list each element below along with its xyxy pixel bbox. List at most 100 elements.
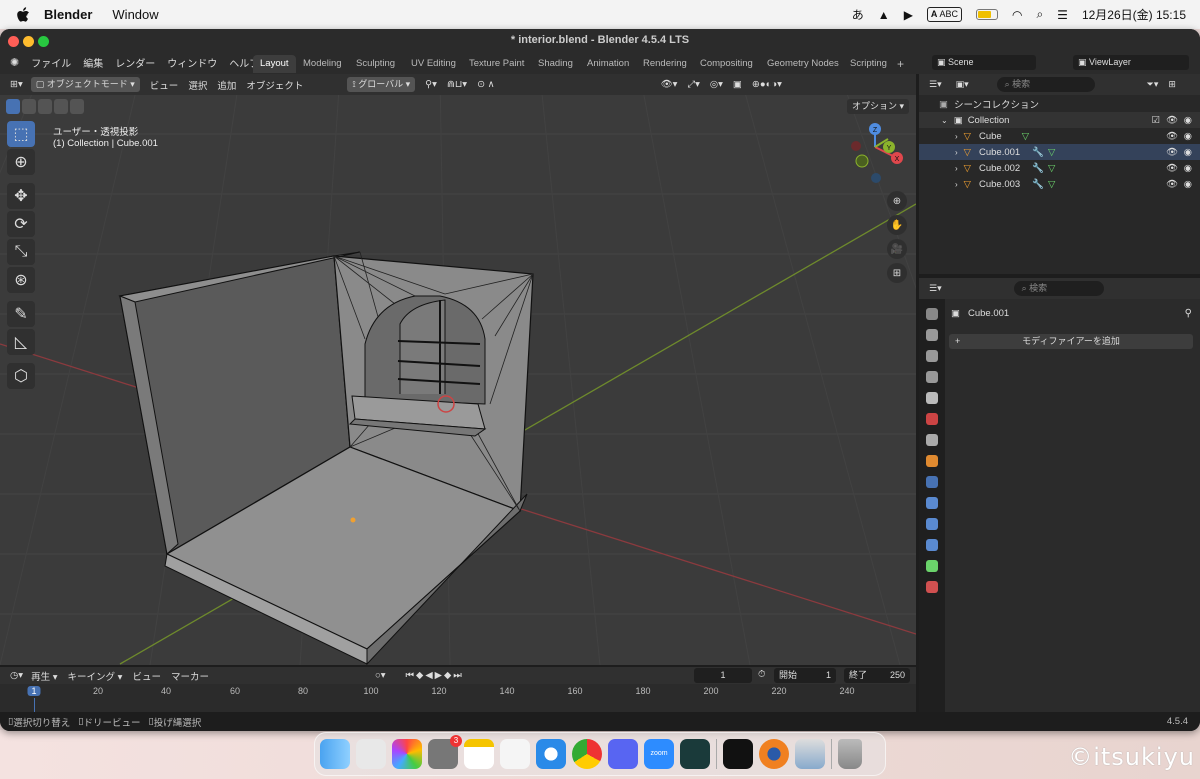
editor-type-icon[interactable]: ⊞▾ [10, 79, 23, 90]
checkbox-icon[interactable]: ☑ [1151, 115, 1160, 126]
perspective-grid-icon[interactable]: ⊞ [887, 263, 907, 283]
scene-tab-icon[interactable] [926, 392, 938, 404]
mode-selector[interactable]: ▢ オブジェクトモード ▾ [30, 77, 140, 92]
room-mesh[interactable] [118, 251, 534, 665]
filmora-icon[interactable] [680, 739, 710, 769]
filter-icon[interactable]: ⏷▾ [1147, 79, 1159, 90]
playback-controls[interactable]: ⏮◆◀▶◆⏭ [405, 670, 463, 681]
chrome-icon[interactable] [572, 739, 602, 769]
photos-icon[interactable] [392, 739, 422, 769]
collection-row[interactable]: ⌄ ▣ Collection ☑ 👁 ◉ [919, 112, 1200, 128]
measure-tool-icon[interactable]: ◺ [7, 329, 35, 355]
menu-playback[interactable]: 再生 ▾ [31, 669, 57, 683]
properties-editor-icon[interactable]: ☰▾ [929, 283, 942, 294]
outliner-editor-icon[interactable]: ☰▾ [929, 79, 942, 90]
transform-tool-icon[interactable]: ⊛ [7, 267, 35, 293]
outliner-search-input[interactable]: ⌕ 検索 [996, 77, 1095, 92]
menu-render[interactable]: レンダー [115, 55, 155, 70]
tab-modeling[interactable]: Modeling [296, 55, 349, 73]
scale-tool-icon[interactable]: ⤡ [7, 239, 35, 265]
menu-object[interactable]: オブジェクト [246, 78, 303, 92]
search-icon[interactable]: ⌕ [1036, 7, 1043, 22]
pin-icon[interactable]: ⚲ [1185, 308, 1192, 319]
tab-compositing[interactable]: Compositing [693, 55, 760, 73]
tab-rendering[interactable]: Rendering [636, 55, 694, 73]
camera-render-icon[interactable]: ◉ [1184, 179, 1192, 190]
blender-logo-icon[interactable]: ✺ [10, 56, 19, 69]
outliner-item-cube-003[interactable]: › ▽ Cube.003 🔧 ▽ 👁 ◉ [919, 176, 1200, 192]
start-frame-field[interactable]: 開始 1 [774, 668, 836, 683]
modifier-tab-icon[interactable] [926, 476, 938, 488]
output-tab-icon[interactable] [926, 350, 938, 362]
object-name-row[interactable]: ▣ Cube.001 [951, 308, 1009, 319]
pivot-icon[interactable]: ⚲▾ [425, 79, 437, 90]
menu-marker[interactable]: マーカー [171, 669, 209, 683]
select-subtract-icon[interactable] [38, 99, 52, 114]
add-modifier-button[interactable]: + モディファイアーを追加 [949, 334, 1193, 349]
move-tool-icon[interactable]: ✥ [7, 183, 35, 209]
select-tool-icon[interactable]: ⬚ [7, 121, 35, 147]
menu-add[interactable]: 追加 [217, 78, 236, 92]
input-source[interactable]: A ABC [926, 7, 962, 22]
constraints-tab-icon[interactable] [926, 539, 938, 551]
menu-view[interactable]: ビュー [132, 669, 161, 683]
translate-icon[interactable]: あ [852, 6, 864, 23]
scene-selector[interactable]: ▣ Scene [932, 55, 1036, 70]
notes-icon[interactable] [464, 739, 494, 769]
gizmo-toggle-icon[interactable]: ⤢▾ [687, 79, 699, 90]
particles-tab-icon[interactable] [926, 497, 938, 509]
camera-render-icon[interactable]: ◉ [1184, 131, 1192, 142]
render-tab-icon[interactable] [926, 329, 938, 341]
outliner-item-cube-001[interactable]: › ▽ Cube.001 🔧 ▽ 👁 ◉ [919, 144, 1200, 160]
frame-indicator[interactable]: 1 [27, 686, 41, 696]
select-intersect-icon[interactable] [70, 99, 84, 114]
chevron-right-icon[interactable]: › [955, 148, 958, 157]
visibility-icon[interactable]: 👁▾ [661, 79, 678, 90]
new-collection-icon[interactable]: ⊞ [1168, 79, 1176, 90]
menu-window[interactable]: Window [112, 7, 158, 22]
menu-view[interactable]: ビュー [150, 78, 179, 92]
play-status-icon[interactable]: ▶ [904, 8, 913, 22]
zoom-app-icon[interactable]: zoom [644, 739, 674, 769]
add-workspace-button[interactable]: + [890, 55, 911, 73]
timeline-editor-icon[interactable]: ◷▾ [10, 670, 23, 681]
current-frame-field[interactable]: 1 [694, 668, 752, 683]
menu-select[interactable]: 選択 [188, 78, 207, 92]
tool-tab-icon[interactable] [926, 308, 938, 320]
select-new-icon[interactable] [6, 99, 20, 114]
shading-modes-icon[interactable]: ⊕●◐◑▾ [752, 79, 782, 90]
tab-layout[interactable]: Layout [253, 55, 296, 73]
menu-window[interactable]: ウィンドウ [167, 55, 217, 70]
tab-scripting[interactable]: Scripting [843, 55, 894, 73]
overlay-toggle-icon[interactable]: ◎▾ [710, 79, 723, 90]
camera-status-icon[interactable]: ▲ [878, 8, 890, 22]
chevron-right-icon[interactable]: › [955, 180, 958, 189]
tab-texture-paint[interactable]: Texture Paint [462, 55, 531, 73]
eye-icon[interactable]: 👁 [1166, 163, 1178, 174]
world-tab-icon[interactable] [926, 413, 938, 425]
menu-file[interactable]: ファイル [31, 55, 71, 70]
properties-search-input[interactable]: ⌕ 検索 [1013, 281, 1104, 296]
physics-tab-icon[interactable] [926, 518, 938, 530]
eye-icon[interactable]: 👁 [1166, 131, 1178, 142]
eye-icon[interactable]: 👁 [1166, 147, 1178, 158]
discord-icon[interactable] [608, 739, 638, 769]
app-menu[interactable]: Blender [44, 7, 92, 22]
clock-icon[interactable]: ⏱ [758, 669, 765, 680]
camera-view-icon[interactable]: 🎥 [887, 239, 907, 259]
chevron-right-icon[interactable]: › [955, 164, 958, 173]
safari-icon[interactable] [536, 739, 566, 769]
xray-icon[interactable]: ▣ [733, 79, 742, 90]
launchpad-icon[interactable] [356, 739, 386, 769]
snap-icon[interactable]: ⋒⊔▾ [447, 79, 467, 90]
eye-icon[interactable]: 👁 [1166, 115, 1178, 126]
select-extend-icon[interactable] [22, 99, 36, 114]
chevron-down-icon[interactable]: ⌄ [941, 116, 948, 125]
camera-render-icon[interactable]: ◉ [1184, 147, 1192, 158]
select-invert-icon[interactable] [54, 99, 68, 114]
end-frame-field[interactable]: 終了 250 [844, 668, 910, 683]
tab-sculpting[interactable]: Sculpting [349, 55, 402, 73]
zoom-icon[interactable]: ⊕ [887, 191, 907, 211]
zoom-button[interactable] [38, 36, 49, 47]
outliner-item-cube[interactable]: › ▽ Cube ▽ 👁 ◉ [919, 128, 1200, 144]
